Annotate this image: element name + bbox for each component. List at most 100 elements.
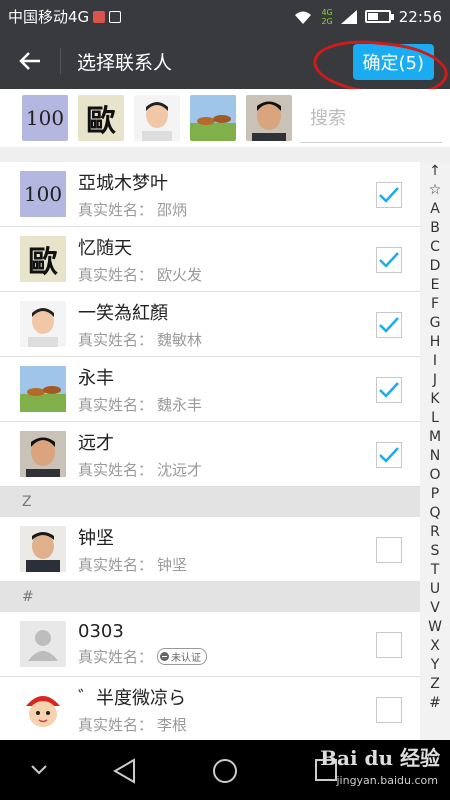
index-letter[interactable]: T [431, 561, 440, 580]
horses-photo [190, 95, 236, 141]
index-letter[interactable]: M [429, 428, 441, 447]
select-checkbox[interactable] [376, 442, 402, 468]
index-letter[interactable]: # [429, 694, 441, 713]
index-letter[interactable]: L [431, 409, 439, 428]
index-letter[interactable]: S [431, 542, 440, 561]
contact-row[interactable]: 永丰 真实姓名： 魏永丰 [0, 357, 420, 422]
wifi-icon [295, 11, 312, 24]
contact-name: 钟坚 [78, 527, 114, 549]
image-notification-icon [109, 10, 122, 23]
index-letter[interactable]: J [433, 371, 437, 390]
index-letter[interactable]: E [431, 276, 440, 295]
contact-avatar: 歐 [20, 236, 66, 282]
carrier-label: 中国移动4G [8, 8, 90, 26]
index-letter[interactable]: X [430, 637, 440, 656]
checkmark-icon [379, 382, 399, 398]
chevron-down-icon[interactable] [30, 764, 48, 776]
select-checkbox[interactable] [376, 632, 402, 658]
contact-row[interactable]: 歐 忆随天 真实姓名： 欧火发 [0, 227, 420, 292]
index-letter[interactable]: F [431, 295, 439, 314]
select-checkbox[interactable] [376, 182, 402, 208]
contact-avatar [20, 686, 66, 732]
checkmark-icon [379, 317, 399, 333]
index-letter[interactable]: ↑ [429, 162, 441, 181]
contact-list: 100 亞城木梦叶 真实姓名： 邵炳 歐 忆随天 真实姓名： 欧火发 一笑為紅顏… [0, 162, 420, 742]
select-checkbox[interactable] [376, 312, 402, 338]
selected-avatar[interactable]: 100 [22, 95, 68, 141]
contact-avatar [20, 526, 66, 572]
contact-real-name: 真实姓名： 李根 [78, 715, 188, 734]
home-circle-icon[interactable] [212, 758, 238, 784]
back-triangle-icon[interactable] [112, 758, 138, 784]
contact-row[interactable]: 钟坚 真实姓名： 钟坚 [0, 517, 420, 582]
contact-name: ゛半度微凉ら [78, 687, 186, 709]
battery-icon [364, 10, 394, 23]
selected-contacts-strip: 100 歐 [0, 89, 450, 147]
index-letter[interactable]: R [430, 523, 440, 542]
checkmark-icon [379, 447, 399, 463]
search-underline [300, 142, 442, 143]
contact-row[interactable]: 100 亞城木梦叶 真实姓名： 邵炳 [0, 162, 420, 227]
contact-row[interactable]: 0303 真实姓名： 未认证 [0, 612, 420, 677]
contact-name: 一笑為紅顏 [78, 302, 168, 324]
contact-real-name: 真实姓名： 欧火发 [78, 265, 203, 284]
selected-avatar[interactable]: 歐 [78, 95, 124, 141]
index-letter[interactable]: P [431, 485, 439, 504]
person-photo [20, 526, 66, 572]
list-spacer [0, 147, 450, 162]
search-input[interactable] [310, 107, 420, 129]
index-letter[interactable]: K [430, 390, 439, 409]
back-button[interactable] [0, 33, 60, 89]
select-checkbox[interactable] [376, 537, 402, 563]
selected-avatar[interactable] [246, 95, 292, 141]
alphabet-index[interactable]: ↑ ☆ A B C D E F G H I J K L M N O P Q R S T U V W X Y Z # [420, 162, 450, 718]
minus-icon [160, 652, 170, 661]
contact-avatar [20, 621, 66, 667]
page-title: 选择联系人 [77, 51, 173, 74]
index-letter[interactable]: G [430, 314, 441, 333]
index-letter[interactable]: Z [430, 675, 440, 694]
contact-real-name: 真实姓名： 未认证 [78, 646, 208, 667]
contact-name: 远才 [78, 432, 114, 454]
index-letter[interactable]: B [430, 219, 440, 238]
index-letter[interactable]: C [430, 238, 440, 257]
selected-avatar[interactable] [134, 95, 180, 141]
contact-name: 忆随天 [78, 237, 132, 259]
index-letter[interactable]: Q [429, 504, 440, 523]
index-letter[interactable]: O [429, 466, 440, 485]
clock: 22:56 [398, 7, 442, 26]
header-divider [60, 48, 61, 74]
default-avatar-icon [20, 621, 66, 667]
contact-row[interactable]: ゛半度微凉ら 真实姓名： 李根 [0, 677, 420, 742]
select-checkbox[interactable] [376, 377, 402, 403]
section-header-hash: # [0, 582, 420, 612]
index-letter[interactable]: N [430, 447, 440, 466]
notification-icon [93, 10, 106, 23]
person-photo [20, 431, 66, 477]
index-letter[interactable]: A [430, 200, 440, 219]
horses-photo [20, 366, 66, 412]
selected-avatar[interactable] [190, 95, 236, 141]
contact-real-name: 真实姓名： 沈远才 [78, 460, 203, 479]
back-arrow-icon [19, 52, 40, 70]
index-letter[interactable]: U [430, 580, 440, 599]
select-checkbox[interactable] [376, 247, 402, 273]
index-letter[interactable]: W [428, 618, 442, 637]
contact-real-name: 真实姓名： 魏敏林 [78, 330, 203, 349]
index-letter[interactable]: H [430, 333, 441, 352]
contact-row[interactable]: 一笑為紅顏 真实姓名： 魏敏林 [0, 292, 420, 357]
index-letter[interactable]: V [430, 599, 440, 618]
index-letter[interactable]: I [433, 352, 437, 371]
status-bar: 中国移动4G 4G 2G 22:56 [0, 0, 450, 33]
index-letter[interactable]: ☆ [429, 181, 442, 200]
select-checkbox[interactable] [376, 697, 402, 723]
index-letter[interactable]: Y [431, 656, 440, 675]
index-letter[interactable]: D [430, 257, 441, 276]
network-type: 4G 2G [321, 7, 333, 26]
contact-name: 永丰 [78, 367, 114, 389]
section-header-z: Z [0, 487, 420, 517]
contact-name: 0303 [78, 621, 124, 642]
contact-row[interactable]: 远才 真实姓名： 沈远才 [0, 422, 420, 487]
watermark-url: jingyan.baidu.com [336, 774, 438, 787]
cartoon-avatar [20, 686, 66, 732]
